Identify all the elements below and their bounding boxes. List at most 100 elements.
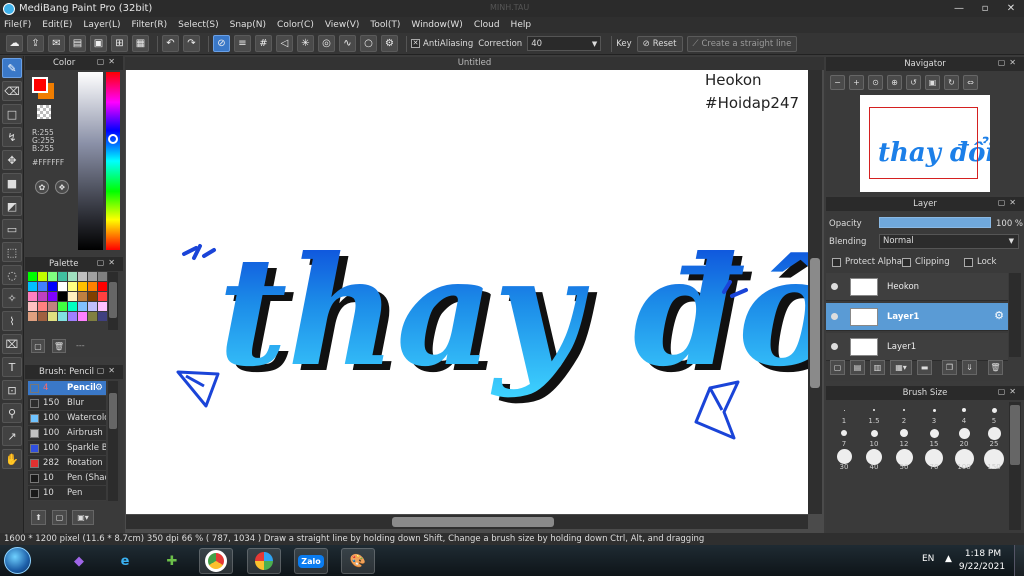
panel-controls-icon[interactable]: ▢✕: [97, 57, 119, 66]
palette-swatch[interactable]: [38, 272, 47, 281]
hue-slider[interactable]: [106, 72, 120, 250]
opacity-slider[interactable]: [879, 217, 991, 228]
palette-swatch[interactable]: [48, 302, 57, 311]
panel-controls-icon[interactable]: ▢✕: [97, 258, 119, 267]
palette-swatch[interactable]: [48, 272, 57, 281]
brush-size-option[interactable]: 7: [829, 425, 859, 448]
radial-snap-icon[interactable]: ✳: [297, 35, 314, 52]
brush-item[interactable]: 100 Sparkle Brush: [28, 441, 106, 456]
menu-color[interactable]: Color(C): [277, 20, 314, 30]
palette-swatch[interactable]: [58, 302, 67, 311]
add-layer-menu-icon[interactable]: ▦▾: [890, 360, 912, 375]
menu-view[interactable]: View(V): [325, 20, 360, 30]
minimize-button[interactable]: —: [946, 0, 972, 17]
panel-controls-icon[interactable]: ▢✕: [998, 58, 1020, 67]
blending-select[interactable]: Normal ▼: [879, 234, 1019, 249]
snap-off-icon[interactable]: ⊘: [213, 35, 230, 52]
maximize-button[interactable]: ▫: [972, 0, 998, 17]
palette-swatch[interactable]: [98, 272, 107, 281]
medibang-icon[interactable]: 🎨: [341, 548, 375, 574]
correction-select[interactable]: 40 ▼: [527, 36, 602, 51]
vanishing-snap-icon[interactable]: ◁: [276, 35, 293, 52]
menu-window[interactable]: Window(W): [411, 20, 462, 30]
folder-icon[interactable]: ▬: [917, 360, 932, 375]
new-layer-8bit-icon[interactable]: ▤: [850, 360, 865, 375]
palette-swatch[interactable]: [88, 312, 97, 321]
palette-swatch[interactable]: [28, 292, 37, 301]
palette-swatch[interactable]: [78, 312, 87, 321]
brush-size-option[interactable]: 100: [949, 448, 979, 471]
concentric-snap-icon[interactable]: ◎: [318, 35, 335, 52]
bucket-pen-tool-icon[interactable]: ↯: [2, 127, 22, 147]
save-icon[interactable]: ▣: [90, 35, 107, 52]
move-tool-icon[interactable]: ✥: [2, 150, 22, 170]
tray-expand-icon[interactable]: ▲: [945, 554, 952, 564]
palette-swatch[interactable]: [58, 272, 67, 281]
panel-controls-icon[interactable]: ▢✕: [97, 366, 119, 375]
eraser-tool-icon[interactable]: ⌫: [2, 81, 22, 101]
palette-swatch[interactable]: [58, 282, 67, 291]
add-palette-icon[interactable]: ▢: [31, 339, 45, 353]
dot-tool-icon[interactable]: □: [2, 104, 22, 124]
menu-help[interactable]: Help: [511, 20, 532, 30]
new-layer-1bit-icon[interactable]: ▥: [870, 360, 885, 375]
zoom-reset-icon[interactable]: ⊙: [868, 75, 883, 90]
palette-swatch[interactable]: [28, 282, 37, 291]
clipping-checkbox[interactable]: Clipping: [902, 257, 950, 267]
brush-item[interactable]: 100 Watercolor: [28, 411, 106, 426]
operation-tool-icon[interactable]: ↗: [2, 426, 22, 446]
palette-swatch[interactable]: [68, 272, 77, 281]
menu-layer[interactable]: Layer(L): [83, 20, 120, 30]
palette-swatch[interactable]: [98, 282, 107, 291]
palette-swatch[interactable]: [88, 282, 97, 291]
delete-palette-icon[interactable]: 🗑: [52, 339, 66, 353]
color-wheel-icon[interactable]: ✿: [35, 180, 49, 194]
add-brush-icon[interactable]: ⬆: [31, 510, 46, 525]
menu-edit[interactable]: Edit(E): [42, 20, 72, 30]
duplicate-layer-icon[interactable]: ❐: [942, 360, 957, 375]
select-tool-icon[interactable]: ⬚: [2, 242, 22, 262]
show-desktop-button[interactable]: [1014, 545, 1024, 576]
vertical-scrollbar-thumb[interactable]: [810, 258, 820, 388]
layer-settings-icon[interactable]: ⚙: [994, 309, 1004, 322]
brush-size-option[interactable]: 5: [979, 402, 1009, 425]
new-brush-icon[interactable]: ▢: [52, 510, 67, 525]
palette-scrollbar-thumb[interactable]: [109, 282, 117, 318]
palette-swatch[interactable]: [68, 282, 77, 291]
magic-wand-tool-icon[interactable]: ✧: [2, 288, 22, 308]
delete-layer-icon[interactable]: 🗑: [988, 360, 1003, 375]
palette-swatch[interactable]: [78, 272, 87, 281]
brush-item[interactable]: 4 Pencil ⚙: [28, 381, 106, 396]
palette-swatch[interactable]: [28, 312, 37, 321]
document-icon[interactable]: ▤: [69, 35, 86, 52]
zoom-out-icon[interactable]: −: [830, 75, 845, 90]
undo-icon[interactable]: ↶: [162, 35, 179, 52]
palette-swatch[interactable]: [78, 282, 87, 291]
close-button[interactable]: ✕: [998, 0, 1024, 17]
palette-swatch[interactable]: [98, 292, 107, 301]
zoom-in-icon[interactable]: +: [849, 75, 864, 90]
zoom-fit-icon[interactable]: ⊕: [887, 75, 902, 90]
fill-tool-icon[interactable]: ◩: [2, 196, 22, 216]
visibility-icon[interactable]: [831, 343, 838, 350]
palette-swatch[interactable]: [88, 302, 97, 311]
visibility-icon[interactable]: [831, 283, 838, 290]
protect-alpha-checkbox[interactable]: Protect Alpha: [832, 257, 902, 267]
palette-swatch[interactable]: [68, 292, 77, 301]
foreground-color-swatch[interactable]: [32, 77, 48, 93]
grid-icon[interactable]: ⊞: [111, 35, 128, 52]
brush-item[interactable]: 10 Pen (Shading): [28, 471, 106, 486]
brush-size-option[interactable]: 150: [979, 448, 1009, 471]
snap-settings-icon[interactable]: ⚙: [381, 35, 398, 52]
menu-cloud[interactable]: Cloud: [474, 20, 500, 30]
palette-swatch[interactable]: [98, 302, 107, 311]
lock-checkbox[interactable]: Lock: [964, 257, 996, 267]
menu-file[interactable]: File(F): [4, 20, 31, 30]
input-language[interactable]: EN: [922, 554, 934, 564]
palette-swatch[interactable]: [48, 312, 57, 321]
canvas-horizontal-scrollbar[interactable]: [126, 515, 808, 529]
palette-swatch[interactable]: [58, 292, 67, 301]
eyedropper-tool-icon[interactable]: ⚲: [2, 403, 22, 423]
palette-swatch[interactable]: [38, 282, 47, 291]
brush-size-option[interactable]: 10: [859, 425, 889, 448]
